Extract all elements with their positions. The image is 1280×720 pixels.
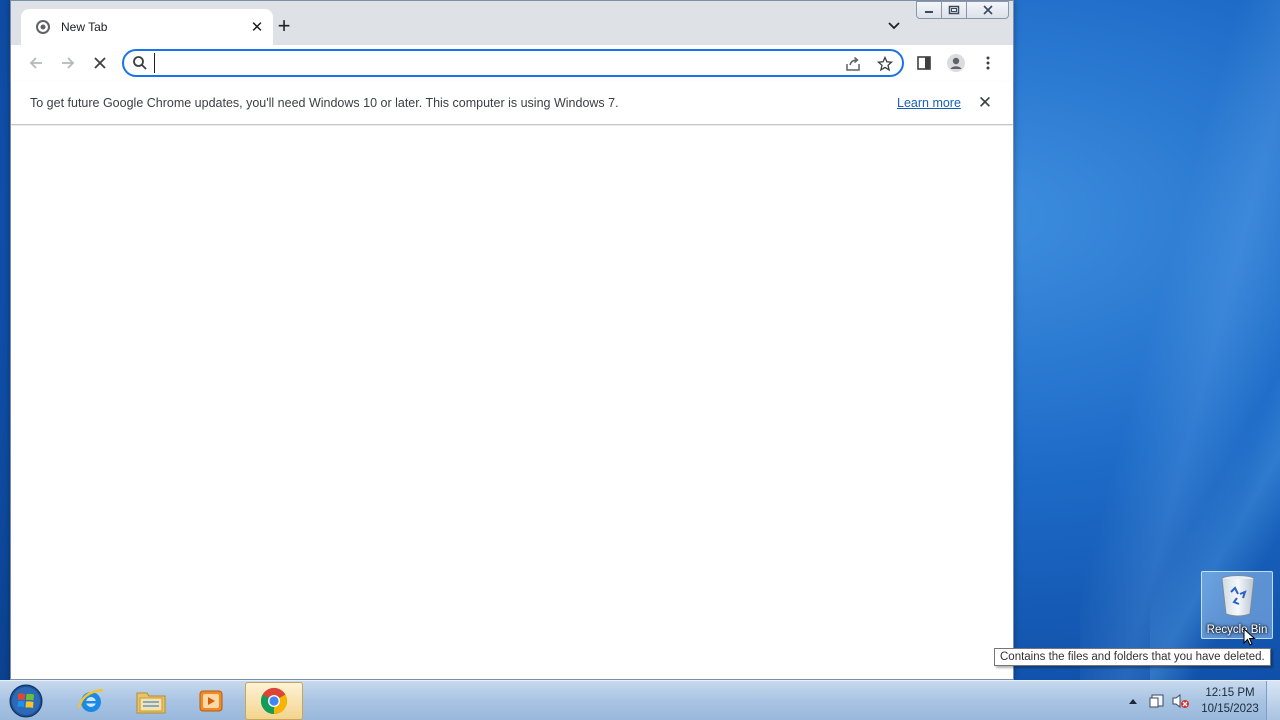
show-desktop-button[interactable] xyxy=(1266,681,1280,720)
stop-loading-button[interactable] xyxy=(88,51,112,75)
taskbar-media-player[interactable] xyxy=(182,682,240,720)
taskbar-file-explorer[interactable] xyxy=(122,682,180,720)
mouse-cursor-icon xyxy=(1243,628,1256,646)
volume-muted-icon[interactable] xyxy=(1170,690,1192,712)
browser-toolbar xyxy=(11,45,1013,81)
forward-button[interactable] xyxy=(56,51,80,75)
address-bar[interactable] xyxy=(122,49,904,77)
new-tab-button[interactable]: + xyxy=(273,13,295,38)
clock-date: 10/15/2023 xyxy=(1201,703,1259,715)
system-tray xyxy=(1122,681,1194,720)
start-button[interactable] xyxy=(6,682,46,720)
internet-explorer-icon xyxy=(77,688,104,712)
taskbar-chrome[interactable] xyxy=(245,682,303,720)
recycle-bin-icon xyxy=(1221,575,1255,617)
title-bar: New Tab ✕ + xyxy=(11,1,1013,45)
clock-time: 12:15 PM xyxy=(1205,687,1255,699)
bookmark-star-icon[interactable] xyxy=(874,53,896,75)
minimize-button[interactable] xyxy=(916,1,942,19)
address-input[interactable] xyxy=(154,53,834,73)
media-player-icon xyxy=(199,690,223,712)
infobar-close-icon[interactable]: ✕ xyxy=(975,93,995,113)
maximize-button[interactable] xyxy=(941,1,967,19)
taskbar-clock[interactable]: 12:15 PM 10/15/2023 xyxy=(1196,685,1264,717)
taskbar: 12:15 PM 10/15/2023 xyxy=(0,680,1280,720)
tab-close-icon[interactable]: ✕ xyxy=(245,15,269,39)
action-center-flag-icon[interactable] xyxy=(1146,690,1168,712)
taskbar-internet-explorer[interactable] xyxy=(62,682,120,720)
tab-search-chevron-icon[interactable] xyxy=(883,15,905,37)
window-controls xyxy=(916,1,1009,19)
recycle-bin-shortcut[interactable]: Recycle Bin xyxy=(1201,571,1273,639)
close-window-button[interactable] xyxy=(966,1,1009,19)
profile-avatar-icon[interactable] xyxy=(944,51,968,75)
infobar-message: To get future Google Chrome updates, you… xyxy=(30,96,619,110)
back-button[interactable] xyxy=(24,51,48,75)
side-panel-icon[interactable] xyxy=(912,51,936,75)
chrome-icon xyxy=(260,687,288,715)
start-orb-icon xyxy=(9,684,43,718)
recycle-bin-label: Recycle Bin xyxy=(1206,624,1268,636)
chrome-window: New Tab ✕ + To get future Google Chrome … xyxy=(10,0,1014,680)
tab-new-tab[interactable]: New Tab ✕ xyxy=(21,9,273,45)
recycle-bin-tooltip: Contains the files and folders that you … xyxy=(994,648,1271,666)
tab-title: New Tab xyxy=(61,20,108,34)
search-icon xyxy=(133,56,147,70)
show-hidden-icons-arrow-icon[interactable] xyxy=(1122,690,1144,712)
loading-favicon-icon xyxy=(36,20,50,34)
kebab-menu-icon[interactable] xyxy=(976,51,1000,75)
update-infobar: To get future Google Chrome updates, you… xyxy=(11,81,1013,125)
file-explorer-icon xyxy=(136,692,166,714)
page-content xyxy=(11,126,1013,679)
learn-more-link[interactable]: Learn more xyxy=(897,96,961,110)
share-icon[interactable] xyxy=(842,53,864,75)
